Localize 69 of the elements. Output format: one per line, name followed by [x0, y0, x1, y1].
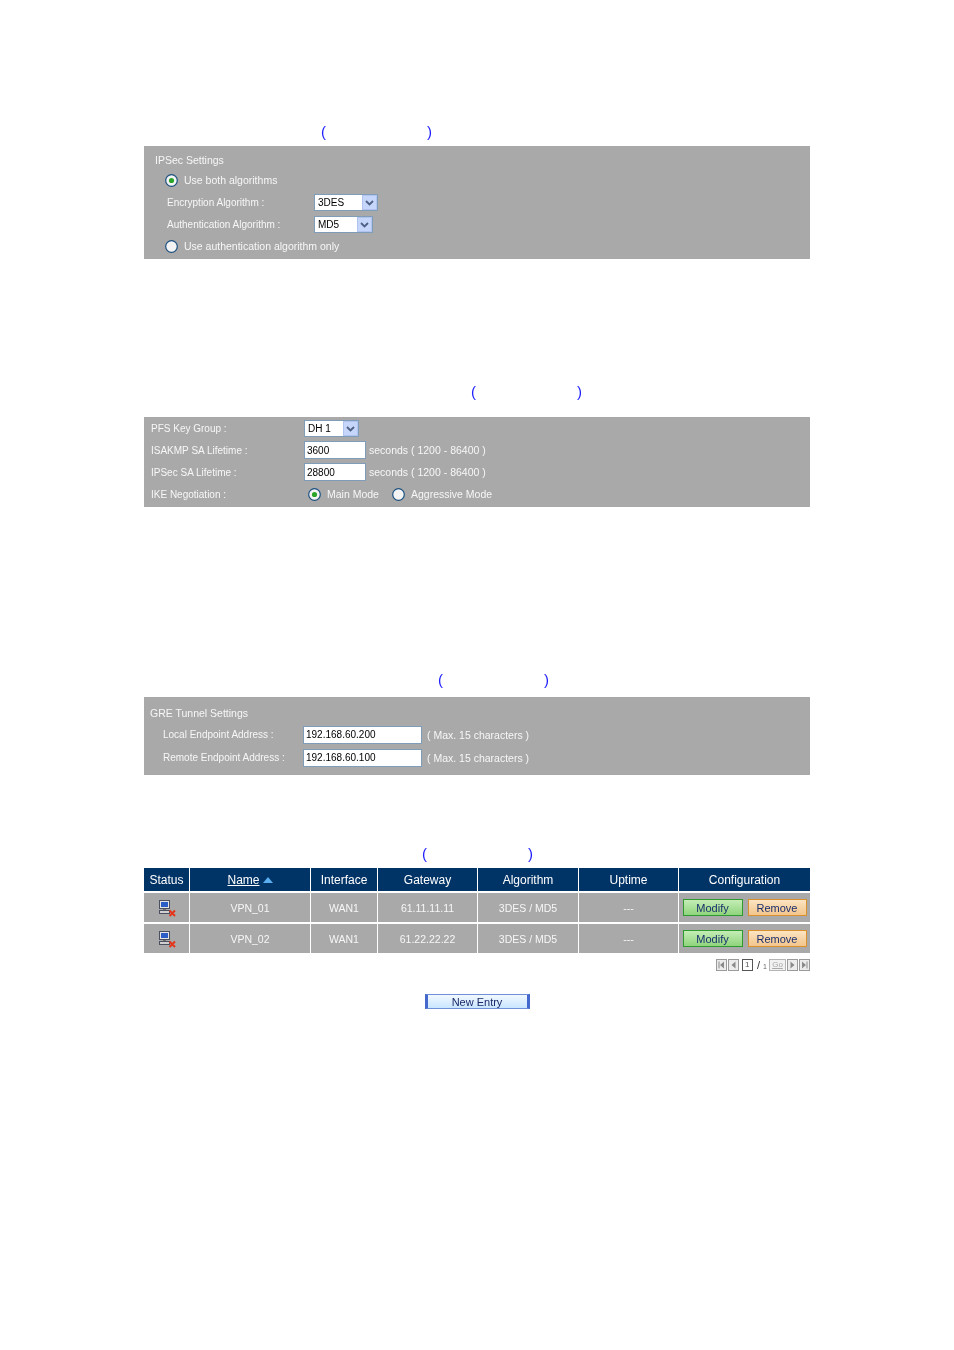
field-label: IPSec SA Lifetime : [150, 466, 238, 478]
panel-title: GRE Tunnel Settings [150, 707, 249, 719]
next-page-icon[interactable] [787, 958, 798, 971]
field-hint: seconds ( 1200 - 86400 ) [369, 444, 486, 456]
column-header: Gateway [378, 868, 477, 891]
column-header: Algorithm [478, 868, 578, 891]
field-label: PFS Key Group : [150, 422, 228, 434]
field-label: IKE Negotiation : [150, 488, 228, 500]
chevron-down-icon [362, 194, 378, 210]
text-field[interactable]: 192.168.60.200 [303, 725, 422, 744]
column-header: Uptime [579, 868, 678, 891]
field-label: Local Endpoint Address : [162, 729, 275, 740]
caption-parenthesis: ( [422, 845, 427, 862]
field-label: Authentication Algorithm : [166, 218, 282, 230]
column-header: Interface [311, 868, 377, 891]
field-label: Remote Endpoint Address : [162, 752, 286, 763]
option-label: Main Mode [327, 488, 379, 500]
table-cell: 3DES / MD5 [478, 924, 578, 953]
dropdown[interactable]: DH 1 [304, 419, 359, 437]
text-field[interactable]: 28800 [304, 463, 366, 481]
table-cell: WAN1 [311, 893, 377, 922]
text-field[interactable]: 192.168.60.100 [303, 748, 422, 767]
sort-link[interactable]: Name [227, 872, 260, 887]
field-hint: seconds ( 1200 - 86400 ) [369, 466, 486, 478]
panel-title: IPSec Settings [155, 154, 224, 166]
triangle-up-icon [262, 876, 273, 883]
first-page-icon[interactable] [716, 958, 728, 971]
caption-parenthesis: ) [528, 845, 533, 862]
caption-parenthesis: ) [577, 383, 582, 400]
table-cell: --- [579, 893, 678, 922]
last-page-icon[interactable] [799, 958, 810, 971]
option-label: Use both algorithms [184, 174, 278, 186]
column-header: Configuration [679, 868, 810, 891]
modify-button[interactable]: Modify [682, 899, 743, 916]
field-hint: ( Max. 15 characters ) [427, 751, 530, 764]
caption-parenthesis: ( [438, 671, 443, 688]
field-hint: ( Max. 15 characters ) [427, 728, 530, 741]
option-label: Aggressive Mode [410, 488, 493, 500]
caption-parenthesis: ) [427, 123, 432, 140]
remove-button[interactable]: Remove [747, 899, 807, 916]
chevron-down-icon [357, 216, 373, 232]
modify-button[interactable]: Modify [682, 930, 743, 947]
option-label: Use authentication algorithm only [184, 240, 340, 252]
table-cell: 3DES / MD5 [478, 893, 578, 922]
page-field[interactable]: 1 [742, 958, 754, 971]
radio-button[interactable] [165, 173, 178, 187]
table-cell: 61.22.22.22 [378, 924, 477, 953]
new-entry-button[interactable]: New Entry [424, 994, 530, 1009]
radio-button[interactable] [308, 487, 321, 501]
table-cell: VPN_02 [190, 924, 310, 953]
text-field[interactable]: 3600 [304, 441, 366, 459]
table-cell: VPN_01 [190, 893, 310, 922]
radio-button[interactable] [391, 487, 405, 501]
table-cell: 61.11.11.11 [378, 893, 477, 922]
field-label: Encryption Algorithm : [166, 196, 266, 208]
page-separator: / [757, 958, 761, 971]
table-cell: WAN1 [311, 924, 377, 953]
chevron-down-icon [342, 420, 358, 436]
field-label: ISAKMP SA Lifetime : [150, 444, 249, 456]
column-header: Status [144, 868, 189, 891]
caption-parenthesis: ) [544, 671, 549, 688]
dropdown[interactable]: 3DES [314, 193, 379, 211]
dropdown[interactable]: MD5 [314, 215, 374, 233]
remove-button[interactable]: Remove [747, 930, 807, 947]
previous-page-icon[interactable] [728, 958, 740, 971]
caption-parenthesis: ( [471, 383, 476, 400]
caption-parenthesis: ( [321, 123, 326, 140]
radio-button[interactable] [165, 239, 178, 253]
table-cell: --- [579, 924, 678, 953]
